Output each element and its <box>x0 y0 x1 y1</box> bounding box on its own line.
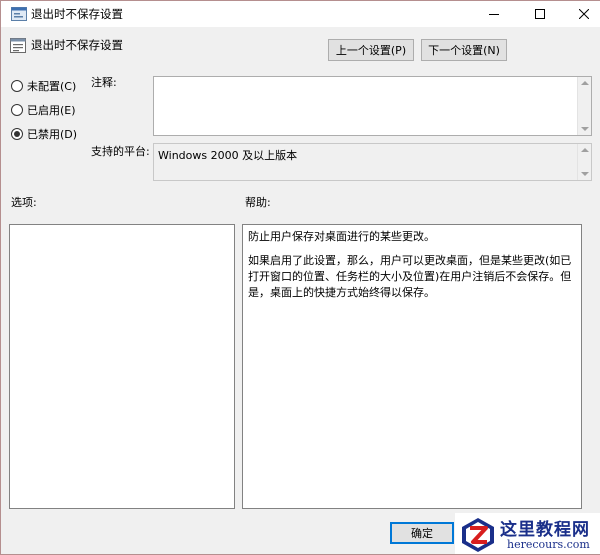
maximize-button[interactable] <box>517 1 563 27</box>
radio-circle[interactable] <box>11 128 23 140</box>
scroll-down-icon[interactable] <box>581 172 589 176</box>
radio-circle[interactable] <box>11 104 23 116</box>
options-label: 选项: <box>11 196 37 209</box>
ok-button[interactable]: 确定 <box>390 522 454 544</box>
help-panel: 防止用户保存对桌面进行的某些更改。 如果启用了此设置，那么，用户可以更改桌面，但… <box>242 224 582 509</box>
scroll-down-icon[interactable] <box>581 127 589 131</box>
comment-textarea[interactable] <box>153 76 592 136</box>
platform-scrollbar[interactable] <box>577 144 591 180</box>
setting-title: 退出时不保存设置 <box>31 38 123 52</box>
watermark-url: herecours.com <box>507 538 590 551</box>
help-text-paragraph: 防止用户保存对桌面进行的某些更改。 <box>248 230 435 243</box>
comment-scrollbar[interactable] <box>577 77 591 135</box>
radio-enabled[interactable]: 已启用(E) <box>11 102 76 118</box>
watermark-title: 这里教程网 <box>500 520 590 540</box>
help-text-paragraph: 如果启用了此设置，那么，用户可以更改桌面，但是某些更改(如已打开窗口的位置、任务… <box>248 254 572 299</box>
radio-disabled[interactable]: 已禁用(D) <box>11 126 77 142</box>
radio-circle[interactable] <box>11 80 23 92</box>
scroll-up-icon[interactable] <box>581 148 589 152</box>
minimize-button[interactable] <box>471 1 517 27</box>
window-title: 退出时不保存设置 <box>31 7 123 21</box>
minimize-icon <box>489 14 499 15</box>
maximize-icon <box>535 9 545 19</box>
radio-label: 已启用(E) <box>27 104 76 117</box>
previous-setting-button[interactable]: 上一个设置(P) <box>328 39 414 61</box>
radio-selected-dot <box>14 131 20 137</box>
platform-field: Windows 2000 及以上版本 <box>153 143 592 181</box>
watermark: 这里教程网 herecours.com <box>455 513 600 554</box>
radio-label: 未配置(C) <box>27 80 77 93</box>
policy-window: 退出时不保存设置 退出时不保存设置 上一个设置(P) 下一个设置(N) 未配置(… <box>0 0 600 555</box>
comment-label: 注释: <box>91 76 117 89</box>
close-icon <box>579 9 589 19</box>
title-bar: 退出时不保存设置 <box>1 1 600 27</box>
radio-label: 已禁用(D) <box>27 128 78 141</box>
radio-not-configured[interactable]: 未配置(C) <box>11 78 76 94</box>
policy-app-icon <box>11 7 27 21</box>
platform-value: Windows 2000 及以上版本 <box>158 149 298 162</box>
watermark-logo-icon <box>462 518 494 552</box>
setting-icon <box>10 38 26 53</box>
scroll-up-icon[interactable] <box>581 81 589 85</box>
options-panel <box>9 224 235 509</box>
close-button[interactable] <box>561 1 600 27</box>
next-setting-button[interactable]: 下一个设置(N) <box>421 39 507 61</box>
help-label: 帮助: <box>245 196 271 209</box>
platform-label: 支持的平台: <box>91 145 150 158</box>
